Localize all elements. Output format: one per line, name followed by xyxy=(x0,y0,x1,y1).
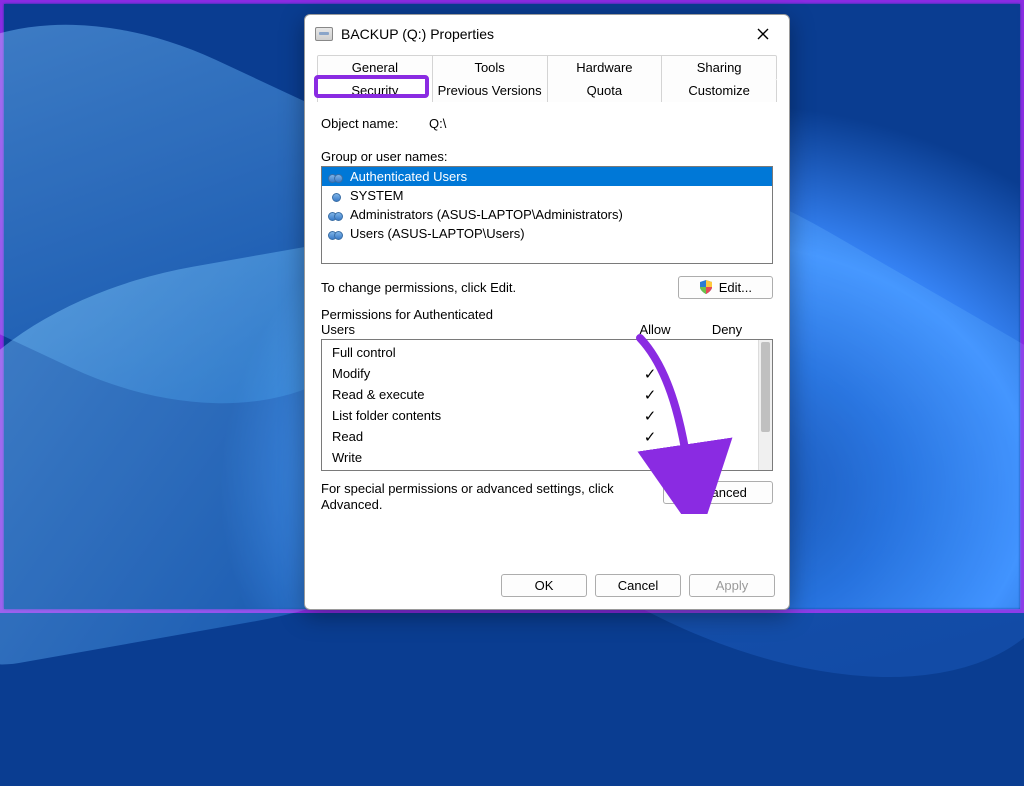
permission-row: Modify✓ xyxy=(332,363,758,384)
advanced-button[interactable]: Advanced xyxy=(663,481,773,504)
permissions-list[interactable]: Full controlModify✓Read & execute✓List f… xyxy=(321,339,773,471)
group-icon xyxy=(328,227,344,241)
list-item[interactable]: Administrators (ASUS-LAPTOP\Administrato… xyxy=(322,205,772,224)
object-name-value: Q:\ xyxy=(429,116,446,131)
list-item-label: Users (ASUS-LAPTOP\Users) xyxy=(350,226,525,241)
close-icon xyxy=(757,28,769,40)
permission-row: Read✓ xyxy=(332,426,758,447)
permission-row: Read & execute✓ xyxy=(332,384,758,405)
permission-name: Read xyxy=(332,429,614,444)
ok-button[interactable]: OK xyxy=(501,574,587,597)
permissions-header: Permissions for Authenticated Users Allo… xyxy=(321,307,773,337)
object-name-label: Object name: xyxy=(321,116,411,131)
group-icon xyxy=(328,208,344,222)
tab-hardware[interactable]: Hardware xyxy=(548,56,663,79)
permission-row: Write✓ xyxy=(332,447,758,468)
tab-tools[interactable]: Tools xyxy=(433,56,548,79)
list-item-label: SYSTEM xyxy=(350,188,403,203)
close-button[interactable] xyxy=(745,21,781,47)
uac-shield-icon xyxy=(699,280,713,294)
object-name-row: Object name: Q:\ xyxy=(321,116,773,131)
permission-name: List folder contents xyxy=(332,408,614,423)
edit-hint: To change permissions, click Edit. xyxy=(321,280,516,295)
permission-allow: ✓ xyxy=(614,386,686,404)
dialog-footer: OK Cancel Apply xyxy=(305,564,789,609)
permission-name: Modify xyxy=(332,366,614,381)
edit-button-label: Edit... xyxy=(719,280,752,295)
edit-button[interactable]: Edit... xyxy=(678,276,773,299)
deny-column-header: Deny xyxy=(691,322,763,337)
titlebar[interactable]: BACKUP (Q:) Properties xyxy=(305,15,789,55)
permission-allow: ✓ xyxy=(614,428,686,446)
advanced-hint: For special permissions or advanced sett… xyxy=(321,481,651,514)
permissions-for-subject: Users xyxy=(321,322,619,337)
list-item-label: Authenticated Users xyxy=(350,169,467,184)
list-item[interactable]: SYSTEM xyxy=(322,186,772,205)
permission-allow: ✓ xyxy=(614,407,686,425)
permission-name: Full control xyxy=(332,345,614,360)
cancel-button[interactable]: Cancel xyxy=(595,574,681,597)
permission-allow: ✓ xyxy=(614,449,686,467)
tab-security[interactable]: Security xyxy=(318,79,433,102)
tab-content-security: Object name: Q:\ Group or user names: Au… xyxy=(305,102,789,564)
group-list-label: Group or user names: xyxy=(321,149,773,164)
tab-quota[interactable]: Quota xyxy=(548,79,663,102)
properties-dialog: BACKUP (Q:) Properties General Tools Har… xyxy=(304,14,790,610)
group-user-list[interactable]: Authenticated Users SYSTEM Administrators … xyxy=(321,166,773,264)
user-icon xyxy=(328,189,344,203)
list-item[interactable]: Authenticated Users xyxy=(322,167,772,186)
permissions-for-label: Permissions for Authenticated xyxy=(321,307,619,322)
tab-sharing[interactable]: Sharing xyxy=(662,56,776,79)
group-icon xyxy=(328,170,344,184)
tab-customize[interactable]: Customize xyxy=(662,79,776,102)
scrollbar-thumb[interactable] xyxy=(761,342,770,432)
window-title: BACKUP (Q:) Properties xyxy=(341,26,745,42)
permissions-scrollbar[interactable] xyxy=(758,340,772,470)
tab-general[interactable]: General xyxy=(318,56,433,79)
list-item-label: Administrators (ASUS-LAPTOP\Administrato… xyxy=(350,207,623,222)
permission-row: Full control xyxy=(332,342,758,363)
drive-icon xyxy=(315,27,333,41)
allow-column-header: Allow xyxy=(619,322,691,337)
tab-previous-versions[interactable]: Previous Versions xyxy=(433,79,548,102)
tab-strip: General Tools Hardware Sharing Security … xyxy=(305,55,789,102)
permission-name: Write xyxy=(332,450,614,465)
permission-row: List folder contents✓ xyxy=(332,405,758,426)
apply-button: Apply xyxy=(689,574,775,597)
list-item[interactable]: Users (ASUS-LAPTOP\Users) xyxy=(322,224,772,243)
permission-name: Read & execute xyxy=(332,387,614,402)
permission-allow: ✓ xyxy=(614,365,686,383)
